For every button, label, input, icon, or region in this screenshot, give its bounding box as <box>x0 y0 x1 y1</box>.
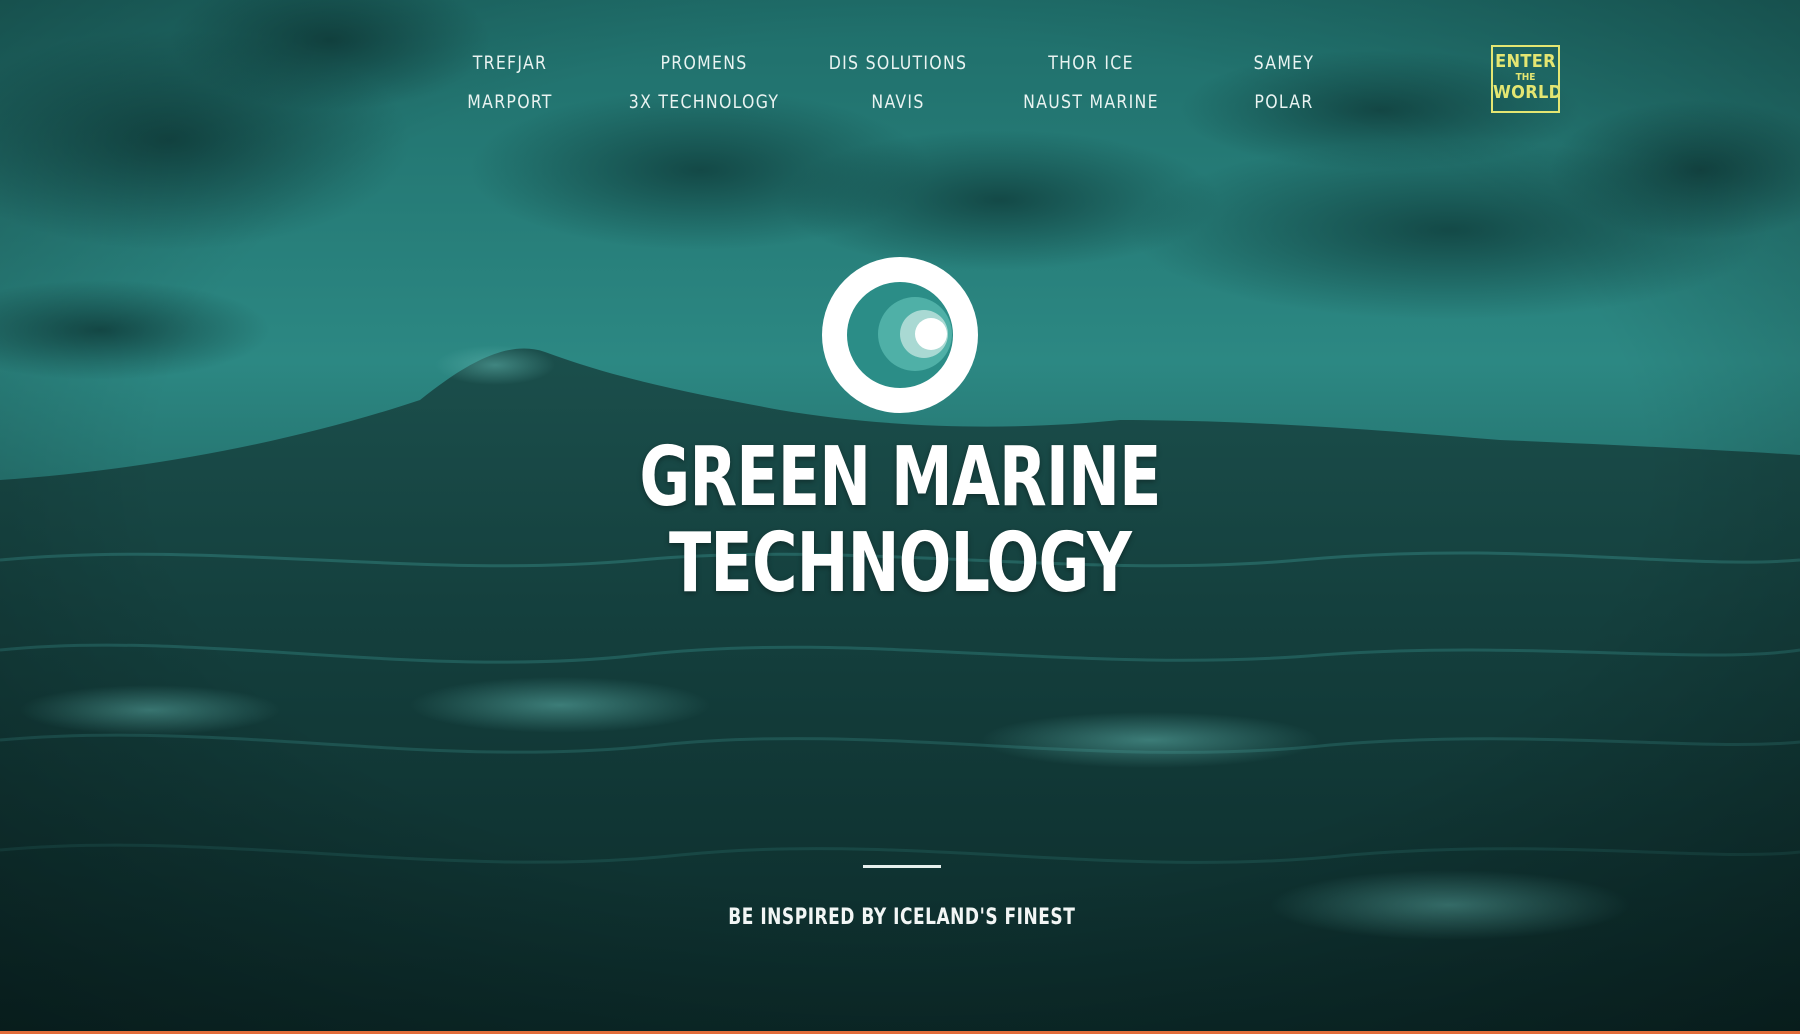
enter-the-world-button[interactable]: ENTER THE WORLD <box>1491 45 1560 113</box>
nav-link-marport[interactable]: MARPORT <box>423 83 598 122</box>
nav-link-naust-marine[interactable]: NAUST MARINE <box>1004 83 1179 122</box>
nav-link-thor-ice[interactable]: THOR ICE <box>1004 44 1179 83</box>
nav-link-dis-solutions[interactable]: DIS SOLUTIONS <box>811 44 986 83</box>
nav-column-5: SAMEY POLAR <box>1189 44 1379 122</box>
brand-title: GREEN MARINE TECHNOLOGY <box>500 435 1300 607</box>
tagline: BE INSPIRED BY ICELAND'S FINEST <box>600 905 1204 930</box>
brand-title-line1: GREEN MARINE <box>639 430 1161 525</box>
nav-link-navis[interactable]: NAVIS <box>811 83 986 122</box>
hero-section: TREFJAR MARPORT PROMENS 3X TECHNOLOGY DI… <box>0 0 1800 1034</box>
nav-column-4: THOR ICE NAUST MARINE <box>996 44 1186 122</box>
nav-link-polar[interactable]: POLAR <box>1197 83 1372 122</box>
top-navigation: TREFJAR MARPORT PROMENS 3X TECHNOLOGY DI… <box>0 0 1800 130</box>
nav-link-promens[interactable]: PROMENS <box>617 44 792 83</box>
concentric-wave-circle-icon <box>822 257 978 413</box>
nav-link-samey[interactable]: SAMEY <box>1197 44 1372 83</box>
nav-link-trefjar[interactable]: TREFJAR <box>423 44 598 83</box>
nav-link-3x-technology[interactable]: 3X TECHNOLOGY <box>617 83 792 122</box>
enter-button-line3: WORLD <box>1493 82 1560 103</box>
enter-button-line1: ENTER <box>1495 51 1556 72</box>
tagline-text: BE INSPIRED BY ICELAND'S FINEST <box>728 905 1076 930</box>
divider-line <box>863 865 941 868</box>
brand-title-line2: TECHNOLOGY <box>669 516 1132 611</box>
nav-column-3: DIS SOLUTIONS NAVIS <box>803 44 993 122</box>
nav-column-1: TREFJAR MARPORT <box>415 44 605 122</box>
nav-column-2: PROMENS 3X TECHNOLOGY <box>609 44 799 122</box>
